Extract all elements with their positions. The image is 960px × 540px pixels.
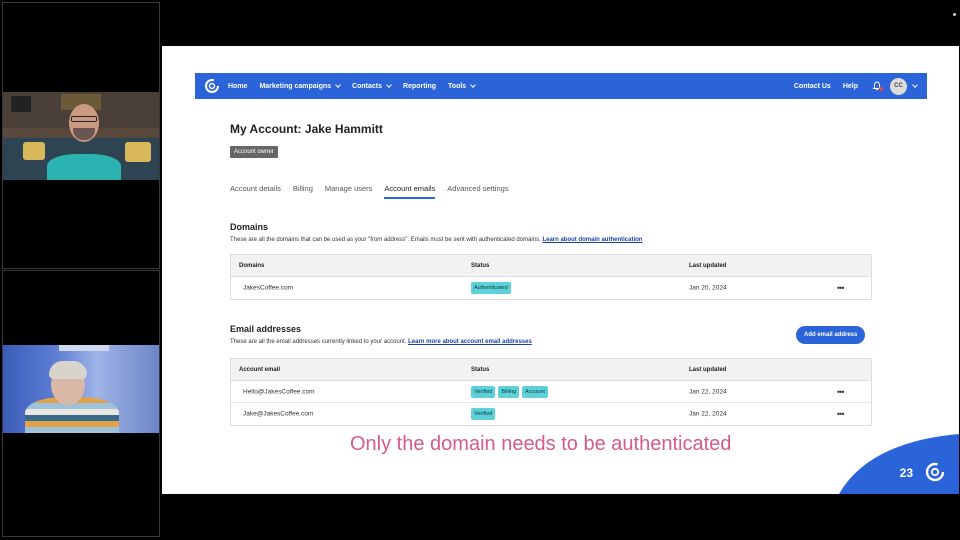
- top-navbar: Home Marketing campaigns Contacts Report…: [195, 73, 927, 99]
- nav-right-group: Contact Us Help CC: [794, 77, 927, 95]
- domains-section-description: These are all the domains that can be us…: [230, 237, 642, 243]
- shared-slide: Home Marketing campaigns Contacts Report…: [162, 46, 959, 494]
- row-menu-icon[interactable]: •••: [837, 284, 844, 293]
- tab-billing[interactable]: Billing: [293, 184, 313, 199]
- page-title: My Account: Jake Hammitt: [230, 122, 383, 136]
- column-header-status[interactable]: Status: [471, 367, 489, 373]
- slide-caption: Only the domain needs to be authenticate…: [350, 433, 732, 455]
- nav-contact-us[interactable]: Contact Us: [794, 83, 831, 90]
- column-header-domains[interactable]: Domains: [239, 263, 264, 269]
- tab-advanced-settings[interactable]: Advanced settings: [447, 184, 508, 199]
- participant-video-tile-2[interactable]: [2, 270, 160, 537]
- email-address: Jake@JakesCoffee.com: [243, 410, 314, 418]
- column-header-last-updated[interactable]: Last updated: [689, 367, 726, 373]
- account-tabs: Account details Billing Manage users Acc…: [230, 184, 509, 199]
- row-menu-icon[interactable]: •••: [837, 410, 844, 419]
- table-row: Jake@JakesCoffee.com Verified Jan 22, 20…: [231, 403, 871, 425]
- account-owner-badge: Account owner: [230, 146, 278, 158]
- participant-camera-1: [3, 92, 159, 180]
- status-cell: Verified: [471, 408, 498, 420]
- row-menu-icon[interactable]: •••: [837, 387, 844, 396]
- app-logo-icon[interactable]: [204, 78, 220, 94]
- status-badge-account: Account: [522, 385, 548, 398]
- status-badge-verified: Verified: [471, 408, 496, 420]
- nav-help[interactable]: Help: [843, 83, 858, 90]
- notification-dot: [879, 87, 883, 91]
- column-header-last-updated[interactable]: Last updated: [689, 263, 726, 269]
- meeting-window: Home Marketing campaigns Contacts Report…: [0, 0, 960, 540]
- tab-account-details[interactable]: Account details: [230, 184, 281, 199]
- last-updated: Jan 22, 2024: [689, 410, 727, 418]
- domains-table-header: Domains Status Last updated: [231, 255, 871, 277]
- domains-description-text: These are all the domains that can be us…: [230, 237, 541, 243]
- chevron-down-icon: [470, 82, 477, 88]
- nav-contacts[interactable]: Contacts: [352, 82, 392, 90]
- domains-table: Domains Status Last updated JakesCoffee.…: [230, 254, 872, 300]
- status-badge-verified: Verified: [471, 385, 496, 398]
- table-row: Hello@JakesCoffee.com Verified Billing Acc…: [231, 381, 871, 403]
- email-table-header: Account email Status Last updated: [231, 359, 871, 381]
- chevron-down-icon: [386, 82, 392, 88]
- slide-page-number: 23: [899, 466, 913, 480]
- status-badge-billing: Billing: [498, 385, 520, 398]
- emails-description-text: These are all the email addresses curren…: [230, 339, 407, 345]
- account-email-addresses-link[interactable]: Learn more about account email addresses: [408, 339, 532, 345]
- domain-authentication-link[interactable]: Learn about domain authentication: [542, 237, 642, 243]
- nav-home[interactable]: Home: [228, 83, 247, 90]
- emails-section-title: Email addresses: [230, 324, 302, 334]
- nav-tools[interactable]: Tools: [448, 82, 477, 90]
- last-updated: Jan 20, 2024: [689, 284, 727, 292]
- domain-name: JakesCoffee.com: [243, 284, 294, 292]
- status-dot: [953, 13, 956, 16]
- domains-section-title: Domains: [230, 222, 269, 232]
- brand-logo-icon: [925, 462, 945, 482]
- add-email-address-button[interactable]: Add email address: [796, 326, 866, 344]
- user-avatar[interactable]: CC: [890, 77, 907, 95]
- participant-video-tile-1[interactable]: [2, 2, 160, 269]
- nav-reporting[interactable]: Reporting: [403, 83, 436, 90]
- column-header-account-email[interactable]: Account email: [239, 367, 280, 373]
- nav-marketing-campaigns[interactable]: Marketing campaigns: [259, 82, 341, 90]
- email-addresses-table: Account email Status Last updated Hello@…: [230, 358, 872, 426]
- notification-bell-icon[interactable]: [872, 81, 883, 91]
- status-cell: Verified Billing Account: [471, 385, 551, 398]
- column-header-status[interactable]: Status: [471, 263, 489, 269]
- status-badge-authenticated: Authenticated: [471, 282, 511, 294]
- emails-section-description: These are all the email addresses curren…: [230, 339, 532, 345]
- participant-camera-2: [3, 345, 159, 433]
- tab-account-emails[interactable]: Account emails: [384, 184, 436, 199]
- avatar-chevron-down-icon[interactable]: [912, 82, 918, 88]
- table-row: JakesCoffee.com Authenticated Jan 20, 20…: [231, 277, 871, 299]
- status-cell: Authenticated: [471, 282, 514, 294]
- email-address: Hello@JakesCoffee.com: [243, 388, 315, 395]
- chevron-down-icon: [335, 82, 341, 88]
- last-updated: Jan 22, 2024: [689, 388, 727, 395]
- tab-manage-users[interactable]: Manage users: [325, 184, 373, 199]
